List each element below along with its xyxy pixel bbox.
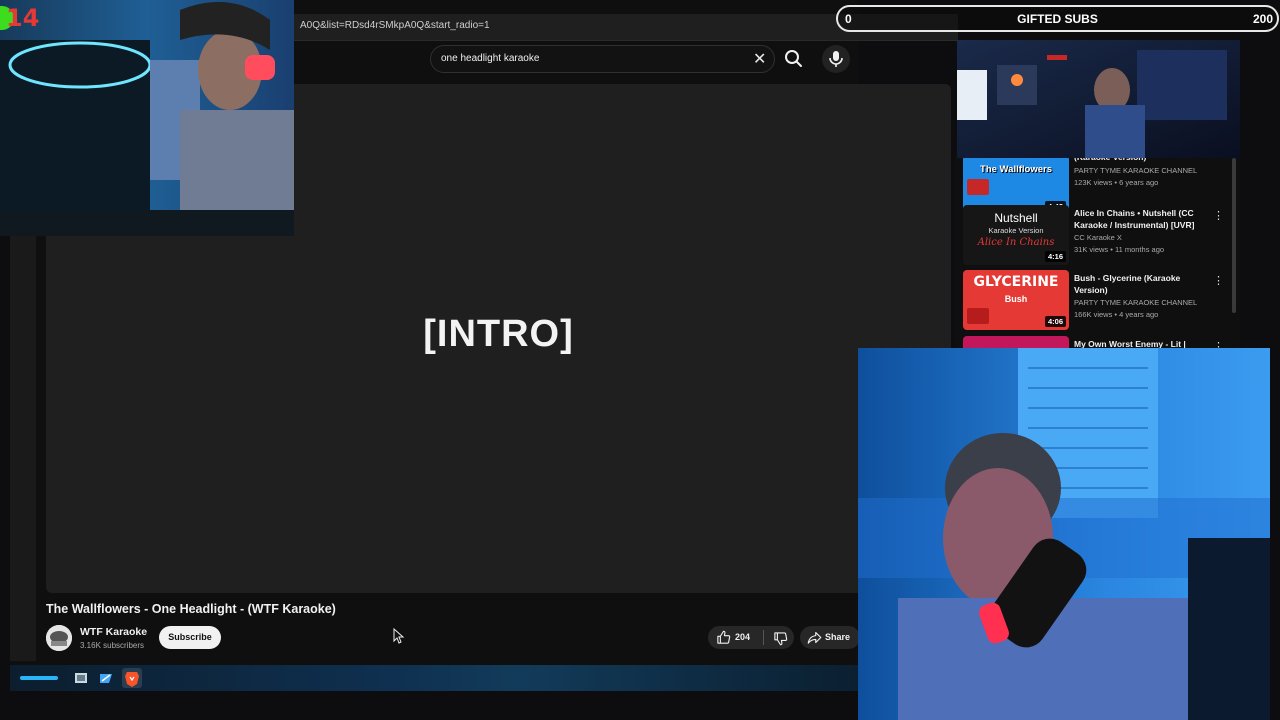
thumbnail[interactable]: GLYCERINE Bush 4:06 bbox=[963, 270, 1069, 330]
goal-current: 0 bbox=[845, 12, 852, 26]
channel-name: CC Karaoke X bbox=[1074, 233, 1122, 242]
subscriber-count: 3.16K subscribers bbox=[80, 641, 145, 650]
thumbnail-subtext: Karaoke Version bbox=[988, 226, 1044, 235]
video-title: The Wallflowers - One Headlight - (WTF K… bbox=[46, 602, 336, 616]
stream-counter: 14 bbox=[6, 4, 40, 32]
microphone-icon[interactable] bbox=[822, 45, 850, 73]
url-text: A0Q&list=RDsd4rSMkpA0Q&start_radio=1 bbox=[300, 20, 490, 31]
taskbar-widget[interactable] bbox=[20, 676, 58, 680]
karaoke-logo bbox=[967, 308, 989, 324]
recommendation-item[interactable]: GLYCERINE Bush 4:06 Bush - Glycerine (Ka… bbox=[963, 270, 1233, 336]
sub-goal-bar: GIFTED SUBS 0 200 bbox=[836, 5, 1279, 32]
sidebar-scrollbar[interactable] bbox=[1232, 158, 1236, 313]
side-panel-edge bbox=[10, 236, 36, 661]
video-meta: 31K views • 11 months ago bbox=[1074, 245, 1165, 254]
like-button[interactable]: 204 bbox=[708, 626, 762, 649]
video-title: Alice In Chains • Nutshell (CC Karaoke /… bbox=[1074, 208, 1195, 230]
search-input[interactable]: one headlight karaoke bbox=[441, 53, 539, 64]
channel-name[interactable]: WTF Karaoke bbox=[80, 626, 147, 638]
share-button[interactable]: Share bbox=[800, 626, 860, 649]
search-box[interactable]: one headlight karaoke ✕ bbox=[430, 45, 775, 73]
thumbnail-text: The Wallflowers bbox=[980, 164, 1052, 175]
duration-badge: 4:06 bbox=[1044, 316, 1066, 327]
more-options-icon[interactable]: ⋮ bbox=[1213, 209, 1224, 223]
recommendations-panel: The Wallflowers 4:42 (Karaoke Version) P… bbox=[955, 155, 1240, 350]
thumbnail[interactable]: Nutshell Karaoke Version Alice In Chains… bbox=[963, 205, 1069, 265]
dislike-button[interactable] bbox=[766, 626, 794, 649]
video-caption: [INTRO] bbox=[423, 313, 574, 355]
like-count: 204 bbox=[735, 632, 751, 642]
duration-badge: 4:16 bbox=[1044, 251, 1066, 262]
search-icon[interactable] bbox=[782, 47, 806, 71]
thumbnail-text: Nutshell bbox=[994, 211, 1038, 225]
video-title: Bush - Glycerine (Karaoke Version) bbox=[1074, 273, 1181, 295]
thumbs-up-icon bbox=[717, 630, 731, 644]
goal-label: GIFTED SUBS bbox=[1017, 12, 1098, 26]
share-label: Share bbox=[825, 632, 851, 642]
webcam-room bbox=[957, 40, 1240, 158]
divider bbox=[763, 630, 764, 645]
brave-browser-icon[interactable] bbox=[122, 668, 142, 688]
thumbs-down-icon bbox=[774, 632, 788, 646]
recommendation-item[interactable]: Nutshell Karaoke Version Alice In Chains… bbox=[963, 205, 1233, 271]
channel-name: PARTY TYME KARAOKE CHANNEL bbox=[1074, 298, 1198, 307]
thumbnail-artist: Alice In Chains bbox=[977, 237, 1055, 248]
like-dislike-group: 204 bbox=[708, 626, 794, 649]
video-meta: 123K views • 6 years ago bbox=[1074, 178, 1159, 187]
karaoke-logo bbox=[967, 179, 989, 195]
thumbnail-text: GLYCERINE bbox=[973, 274, 1059, 290]
webcam-main bbox=[858, 348, 1270, 720]
channel-avatar[interactable] bbox=[46, 625, 72, 651]
channel-name: PARTY TYME KARAOKE CHANNEL bbox=[1074, 166, 1198, 175]
subscribe-button[interactable]: Subscribe bbox=[159, 626, 221, 649]
video-meta: 166K views • 4 years ago bbox=[1074, 310, 1159, 319]
goal-target: 200 bbox=[1252, 12, 1273, 26]
taskbar bbox=[10, 665, 858, 691]
explorer-icon[interactable] bbox=[98, 670, 114, 686]
task-view-icon[interactable] bbox=[73, 670, 89, 686]
thumbnail-subtext: Bush bbox=[1004, 294, 1028, 304]
share-icon bbox=[807, 631, 822, 644]
mouse-cursor-icon bbox=[393, 627, 405, 649]
webcam-top-left: 14 bbox=[0, 0, 294, 236]
more-options-icon[interactable]: ⋮ bbox=[1213, 274, 1224, 288]
close-icon[interactable]: ✕ bbox=[753, 49, 766, 69]
